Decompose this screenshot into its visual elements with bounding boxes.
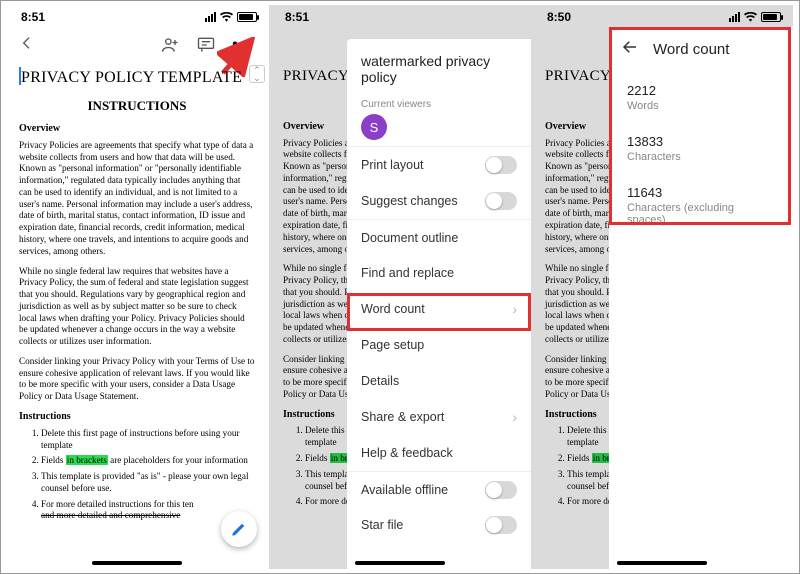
toggle-off-icon[interactable] [485,156,517,174]
word-count-stats: 2212 Words 13833 Characters 11643 Charac… [609,71,793,236]
menu-share-export[interactable]: Share & export› [347,399,531,435]
current-viewers-label: Current viewers [361,99,531,110]
home-indicator [92,561,182,565]
chevron-left-icon [19,35,35,51]
list-item: Fields in brackets are placeholders for … [41,455,255,467]
status-indicators [205,12,257,22]
paragraph: Consider linking your Privacy Policy wit… [19,356,255,403]
sheet-title: Word count [653,41,729,58]
menu-find-replace[interactable]: Find and replace [347,255,531,291]
paragraph: Privacy Policies are agreements that spe… [19,140,255,258]
menu-document-outline[interactable]: Document outline [347,219,531,255]
back-button[interactable] [19,35,35,56]
list-item: Delete this first page of instructions b… [41,428,255,452]
panel-menu-open: 8:51 PRIVACY POLICY TEMPLATE INSTRUCTION… [269,5,531,569]
home-indicator [617,561,707,565]
more-button[interactable]: ••• [232,36,255,54]
arrow-left-icon [621,38,639,56]
doc-title[interactable]: PRIVACY POLICY TEMPLATE⌃⌄ [19,67,255,88]
toolbar: ••• [5,27,269,63]
edit-fab[interactable] [221,511,257,547]
overflow-menu-sheet: watermarked privacy policy Current viewe… [347,39,531,569]
home-indicator [355,561,445,565]
comment-icon [196,35,216,55]
sheet-title: watermarked privacy policy [347,39,531,89]
signal-icon [205,12,216,22]
menu-print-layout[interactable]: Print layout [347,147,531,183]
status-bar: 8:51 [5,5,269,27]
chevron-right-icon: › [512,301,517,317]
add-person-button[interactable] [160,35,180,55]
chevron-right-icon: › [512,409,517,425]
panel-word-count: 8:50 PRIVACY POLICY TEMPLATE INSTRUCTION… [531,5,793,569]
list-item: This template is provided "as is" - plea… [41,471,255,495]
comments-button[interactable] [196,35,216,55]
word-count-sheet: Word count 2212 Words 13833 Characters 1… [609,27,793,569]
menu-available-offline[interactable]: Available offline [347,471,531,507]
stat-characters-no-spaces: 11643 Characters (excluding spaces) [627,173,775,236]
wifi-icon [220,12,233,22]
menu-list: Print layout Suggest changes Document ou… [347,146,531,543]
person-add-icon [160,35,180,55]
toggle-off-icon[interactable] [485,192,517,210]
stat-words: 2212 Words [627,71,775,122]
menu-page-setup[interactable]: Page setup [347,327,531,363]
menu-help-feedback[interactable]: Help & feedback [347,435,531,471]
heading-instructions: INSTRUCTIONS [19,98,255,115]
battery-icon [237,12,257,22]
document-body[interactable]: PRIVACY POLICY TEMPLATE⌃⌄ INSTRUCTIONS O… [5,63,269,522]
paragraph: While no single federal law requires tha… [19,266,255,348]
toggle-off-icon[interactable] [485,516,517,534]
back-button[interactable] [621,38,639,60]
menu-word-count[interactable]: Word count› [347,291,531,327]
status-time: 8:51 [21,10,45,24]
highlighted-text: in brackets [66,455,108,465]
menu-star-file[interactable]: Star file [347,507,531,543]
heading-instr-list: Instructions [19,411,255,424]
instructions-list: Delete this first page of instructions b… [19,428,255,522]
drag-handle-icon[interactable]: ⌃⌄ [249,65,265,83]
stat-characters: 13833 Characters [627,122,775,173]
pencil-icon [230,520,248,538]
heading-overview: Overview [19,123,255,136]
menu-suggest-changes[interactable]: Suggest changes [347,183,531,219]
panel-docs-view: 8:51 ••• PRIVACY POLICY TEMPLATE⌃⌄ IN [5,5,269,569]
toggle-off-icon[interactable] [485,481,517,499]
menu-details[interactable]: Details [347,363,531,399]
viewer-avatar[interactable]: S [361,114,387,140]
